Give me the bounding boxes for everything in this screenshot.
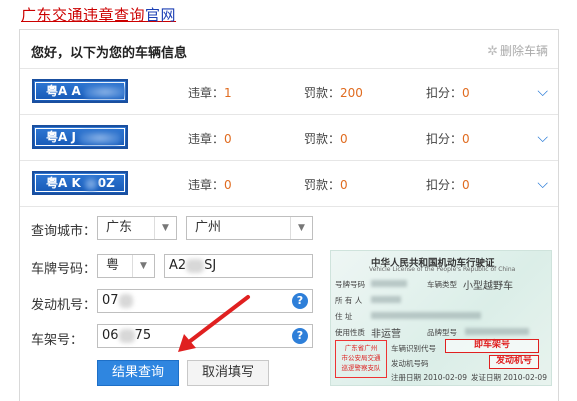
license-subtitle: Vehicle License of the People's Republic… bbox=[369, 266, 516, 273]
violations-stat: 违章：0 bbox=[188, 178, 232, 192]
chevron-down-icon[interactable]: ⌵ bbox=[537, 84, 548, 100]
plate-blur bbox=[83, 84, 126, 99]
vin-label: 车架号： bbox=[31, 333, 84, 348]
vehicle-panel: 您好，以下为您的车辆信息 ✲ 删除车辆 粤A A 违章：1 罚款：200 扣分：0… bbox=[19, 29, 559, 401]
license-model-label: 品牌型号 bbox=[427, 328, 457, 337]
license-type-label: 车辆类型 bbox=[427, 280, 457, 289]
license-issue: 发证日期 2010-02-09 bbox=[471, 373, 547, 382]
plate-badge: 粤A A bbox=[32, 79, 128, 103]
chevron-down-icon: ▼ bbox=[290, 217, 312, 239]
redaction-blur bbox=[371, 312, 481, 319]
license-register: 注册日期 2010-02-09 bbox=[391, 373, 467, 382]
gear-icon: ✲ bbox=[487, 44, 498, 59]
city-select[interactable]: 广州 ▼ bbox=[186, 216, 313, 240]
license-plate-label: 号牌号码 bbox=[335, 280, 365, 289]
license-usage-value: 非运营 bbox=[371, 329, 401, 340]
panel-header-title: 您好，以下为您的车辆信息 bbox=[31, 46, 188, 61]
vehicle-row[interactable]: 粤A J 违章：0 罚款：0 扣分：0 ⌵ bbox=[20, 114, 558, 160]
title-official-text: 官网 bbox=[145, 6, 177, 24]
chevron-down-icon: ▼ bbox=[132, 255, 154, 277]
plate-badge: 粤A K 0Z bbox=[32, 171, 128, 195]
page-title-link[interactable]: 广东交通违章查询官网 bbox=[21, 4, 176, 25]
redaction-blur bbox=[186, 258, 205, 273]
fine-stat: 罚款：200 bbox=[304, 86, 363, 100]
license-address-label: 住 址 bbox=[335, 312, 353, 321]
points-stat: 扣分：0 bbox=[426, 132, 470, 146]
city-label: 查询城市： bbox=[31, 224, 97, 239]
violations-stat: 违章：0 bbox=[188, 132, 232, 146]
fine-stat: 罚款：0 bbox=[304, 178, 348, 192]
redaction-blur bbox=[371, 296, 401, 303]
delete-vehicle-label: 删除车辆 bbox=[499, 44, 548, 58]
plate-blur bbox=[83, 176, 98, 191]
engine-label: 发动机号： bbox=[31, 298, 97, 313]
divider bbox=[20, 206, 558, 207]
police-stamp: 广东省广州 市公安局交通 巡逻警察支队 bbox=[335, 340, 387, 378]
vehicle-row[interactable]: 粤A A 违章：1 罚款：200 扣分：0 ⌵ bbox=[20, 68, 558, 114]
license-owner-label: 所 有 人 bbox=[335, 296, 363, 305]
engine-number-input[interactable]: 07? bbox=[97, 289, 313, 313]
redaction-blur bbox=[118, 293, 133, 308]
redaction-blur bbox=[465, 328, 529, 335]
license-engine-label: 发动机号码 bbox=[391, 359, 429, 368]
vin-highlight-box: 即车架号 bbox=[445, 339, 539, 353]
plate-suffix: 0Z bbox=[97, 176, 115, 190]
engine-highlight-box: 发动机号 bbox=[489, 355, 539, 369]
plate-text: 粤A J bbox=[46, 130, 76, 144]
chevron-down-icon[interactable]: ⌵ bbox=[537, 130, 548, 146]
redaction-blur bbox=[118, 328, 135, 343]
points-stat: 扣分：0 bbox=[426, 178, 470, 192]
submit-query-button[interactable]: 结果查询 bbox=[97, 360, 179, 386]
plate-number-input[interactable]: A2 SJ bbox=[164, 254, 313, 278]
title-text: 广东交通违章查询 bbox=[21, 6, 146, 24]
vehicle-row[interactable]: 粤A K 0Z 违章：0 罚款：0 扣分：0 ⌵ bbox=[20, 160, 558, 206]
help-icon[interactable]: ? bbox=[292, 293, 308, 309]
license-vin-label: 车辆识别代号 bbox=[391, 344, 436, 353]
license-type-value: 小型越野车 bbox=[463, 281, 513, 292]
province-select[interactable]: 广东 ▼ bbox=[97, 216, 177, 240]
license-usage-label: 使用性质 bbox=[335, 328, 365, 337]
vehicle-license-example: 中华人民共和国机动车行驶证 Vehicle License of the Peo… bbox=[330, 250, 552, 386]
chevron-down-icon: ▼ bbox=[154, 217, 176, 239]
vin-input[interactable]: 06 75? bbox=[97, 324, 313, 348]
plate-text: 粤A K bbox=[46, 176, 81, 190]
delete-vehicle-button[interactable]: ✲ 删除车辆 bbox=[487, 42, 548, 59]
points-stat: 扣分：0 bbox=[426, 86, 470, 100]
chevron-down-icon[interactable]: ⌵ bbox=[537, 176, 548, 192]
plate-badge: 粤A J bbox=[32, 125, 128, 149]
help-icon[interactable]: ? bbox=[292, 328, 308, 344]
cancel-button[interactable]: 取消填写 bbox=[187, 360, 269, 386]
fine-stat: 罚款：0 bbox=[304, 132, 348, 146]
redaction-blur bbox=[371, 280, 407, 287]
plate-label: 车牌号码： bbox=[31, 262, 97, 277]
violations-stat: 违章：1 bbox=[188, 86, 232, 100]
plate-blur bbox=[78, 130, 121, 145]
plate-text: 粤A A bbox=[46, 84, 81, 98]
plate-prefix-select[interactable]: 粤 ▼ bbox=[97, 254, 155, 278]
